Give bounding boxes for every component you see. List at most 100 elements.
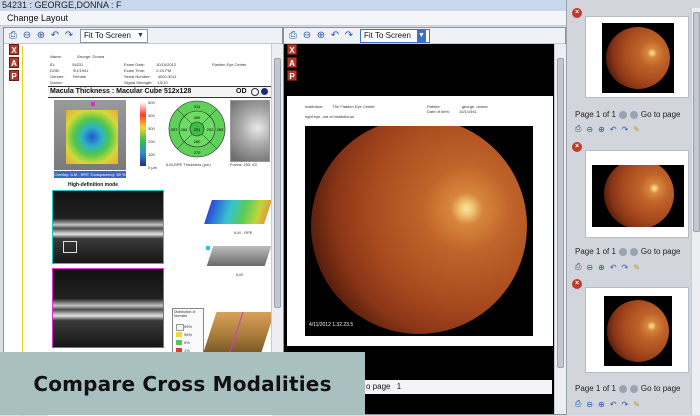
print-icon[interactable]: ⎙ [287, 30, 299, 42]
scale-200: 200 [148, 139, 155, 144]
normals-legend: Distribution of Normals 99% 95% 5% 1% [172, 308, 204, 358]
close-thumbnail-1-icon[interactable]: × [572, 8, 582, 18]
middle-side-buttons: X A P [287, 44, 297, 81]
rotate-right-icon[interactable]: ↷ [622, 125, 629, 134]
print-icon[interactable]: ⎙ [575, 124, 581, 134]
thumbnail-3[interactable] [585, 287, 689, 373]
thickness-heatmap [66, 110, 118, 164]
chevron-down-icon: ▼ [416, 29, 426, 42]
rotate-left-icon[interactable]: ↶ [610, 125, 617, 134]
middle-pane-scrollbar[interactable] [554, 44, 566, 414]
doctor-label: Doctor: [50, 80, 63, 85]
pin-button[interactable]: P [287, 70, 297, 81]
signal-label: Signal Strength: [124, 80, 153, 85]
zoom-in-icon[interactable]: ⊕ [598, 263, 605, 272]
fovea-caption: Fovea: 253, 63 [230, 162, 257, 167]
fit-select[interactable]: Fit To Screen ▼ [80, 28, 148, 43]
etdrs-inner-inferior: 260 [194, 139, 201, 144]
scan-marker [63, 241, 77, 253]
legend-swatch-yellow [176, 332, 182, 337]
menu-bar: Change Layout [0, 11, 568, 26]
close-button[interactable]: X [9, 44, 19, 55]
next-page-icon[interactable] [629, 247, 638, 256]
fovea-thumbnail [230, 100, 270, 162]
annotate-icon[interactable]: ✎ [633, 125, 640, 134]
prev-page-icon[interactable] [618, 110, 627, 119]
annotate-button[interactable]: A [9, 57, 19, 68]
zoom-out-icon[interactable]: ⊖ [301, 30, 313, 42]
pin-button[interactable]: P [9, 70, 19, 81]
exam-time-label: Exam Time: [124, 68, 146, 73]
left-side-buttons: X A P [9, 44, 19, 81]
close-thumbnail-3-icon[interactable]: × [572, 279, 582, 289]
rotate-left-icon[interactable]: ↶ [49, 30, 61, 42]
etdrs-grid: 251 309 284 292 260 311 297 263 270 [168, 100, 226, 158]
exam-time: 2:24 PM [156, 68, 172, 73]
fundus-document: Institution: The Flatden Eye Center Pati… [287, 96, 553, 346]
next-page-icon[interactable] [629, 110, 638, 119]
window-title: 54231 : GEORGE,DONNA : F [2, 0, 122, 10]
rotate-right-icon[interactable]: ↷ [622, 400, 629, 409]
annotate-button[interactable]: A [287, 57, 297, 68]
print-icon[interactable]: ⎙ [7, 30, 19, 42]
close-thumbnail-2-icon[interactable]: × [572, 142, 582, 152]
rotate-left-icon[interactable]: ↶ [610, 263, 617, 272]
zoom-in-icon[interactable]: ⊕ [598, 400, 605, 409]
page-number[interactable]: 1 [397, 382, 401, 391]
thumbnail-2[interactable] [585, 150, 689, 238]
middle-pane-scroll-thumb[interactable] [557, 58, 564, 368]
chevron-down-icon: ▼ [136, 31, 144, 39]
legend-title: Distribution of Normals [174, 310, 196, 318]
legend-5: 5% [184, 340, 190, 345]
fit-select[interactable]: Fit To Screen ▼ [360, 28, 430, 43]
rotate-right-icon[interactable]: ↷ [63, 30, 75, 42]
rotate-left-icon[interactable]: ↶ [610, 400, 617, 409]
ilm-label: ILM [236, 272, 243, 277]
banner-text: Compare Cross Modalities [33, 371, 332, 396]
print-icon[interactable]: ⎙ [575, 262, 581, 272]
zoom-out-icon[interactable]: ⊖ [586, 263, 593, 272]
print-icon[interactable]: ⎙ [575, 399, 581, 409]
next-page-icon[interactable] [629, 384, 638, 393]
thumbnail-panel-scroll-thumb[interactable] [693, 12, 700, 232]
ilm-rpe-surface [204, 200, 272, 224]
clinic-name: Flatden Eye Center [212, 62, 247, 67]
legend-swatch-green [176, 340, 182, 345]
thumbnail-2-page-text: Page 1 of 1 [575, 247, 616, 256]
signal-strength: 10/10 [157, 80, 168, 85]
cyan-marker [206, 246, 210, 250]
id-label: ID: [50, 62, 56, 67]
thumbnail-2-fundus [604, 165, 674, 227]
zoom-out-icon[interactable]: ⊖ [21, 30, 33, 42]
thumbnail-panel: × Page 1 of 1 Go to page ⎙ ⊖ ⊕ ↶ ↷ ✎ × P… [566, 0, 700, 415]
zoom-out-icon[interactable]: ⊖ [586, 125, 593, 134]
legend-95: 95% [184, 332, 193, 337]
rpe-marker-line [229, 312, 244, 352]
fundus-image-frame: 4/11/2012 1.32.23.5 [305, 126, 533, 336]
rotate-right-icon[interactable]: ↷ [343, 30, 355, 42]
annotate-icon[interactable]: ✎ [633, 400, 640, 409]
left-pane-scroll-thumb[interactable] [274, 58, 281, 308]
thumbnail-2-goto: Go to page [640, 247, 681, 256]
zoom-in-icon[interactable]: ⊕ [35, 30, 47, 42]
change-layout-menu[interactable]: Change Layout [0, 13, 68, 23]
exam-date: 10/10/2012 [156, 62, 177, 67]
thumbnail-1[interactable] [585, 16, 689, 98]
prev-page-icon[interactable] [618, 384, 627, 393]
legend-99: 99% [184, 324, 193, 329]
zoom-in-icon[interactable]: ⊕ [598, 125, 605, 134]
rotate-left-icon[interactable]: ↶ [329, 30, 341, 42]
thumbnail-3-fundus [607, 300, 669, 362]
zoom-out-icon[interactable]: ⊖ [586, 400, 593, 409]
etdrs-outer-nasal: 263 [217, 127, 224, 132]
exam-date-label: Exam Date: [124, 62, 145, 67]
zoom-in-icon[interactable]: ⊕ [315, 30, 327, 42]
thumbnail-1-fundus [606, 27, 670, 89]
close-button[interactable]: X [287, 44, 297, 55]
institution-value: The Flatden Eye Center [332, 104, 375, 109]
gender-label: Gender: [50, 74, 65, 79]
prev-page-icon[interactable] [618, 247, 627, 256]
annotate-icon[interactable]: ✎ [633, 263, 640, 272]
rotate-right-icon[interactable]: ↷ [622, 263, 629, 272]
thumbnail-panel-scrollbar[interactable] [691, 8, 700, 415]
